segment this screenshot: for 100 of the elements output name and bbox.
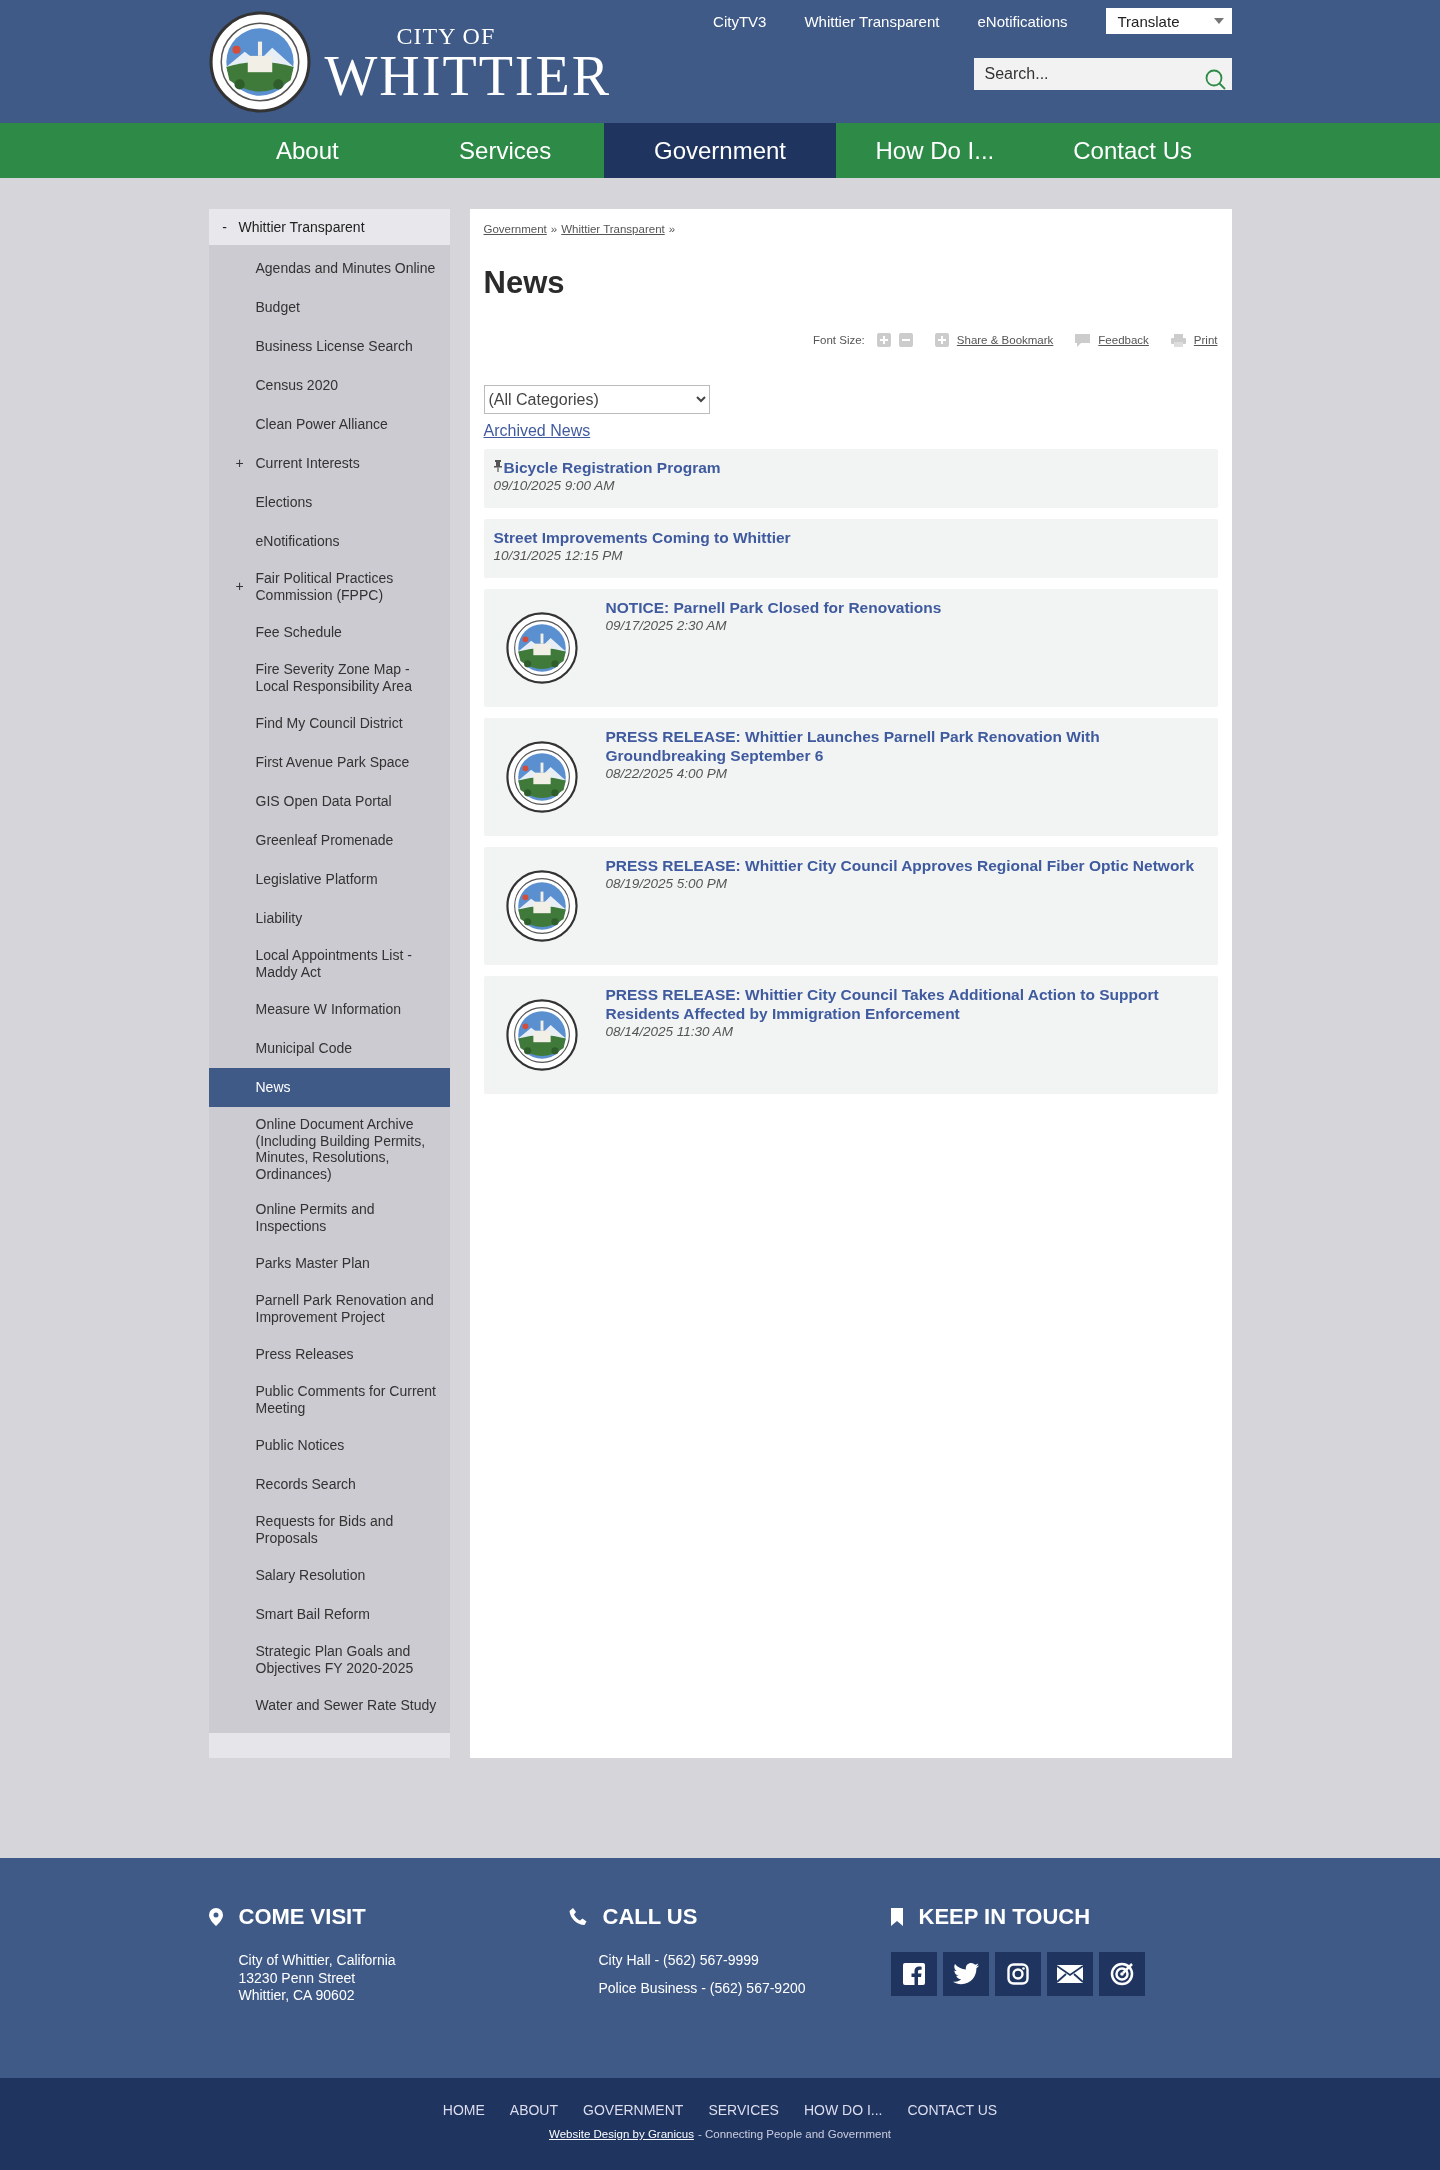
sidebar-item[interactable]: Local Appointments List - Maddy Act [208,938,450,990]
sidebar-item-label[interactable]: Clean Power Alliance [255,415,388,433]
sidebar-item-label[interactable]: GIS Open Data Portal [255,792,392,810]
sidebar-item-label[interactable]: Current Interests [255,454,360,472]
news-title-link[interactable]: Bicycle Registration Program [503,458,721,477]
sidebar-item[interactable]: Smart Bail Reform [208,1595,450,1634]
search-icon[interactable] [1203,68,1226,90]
credit-link[interactable]: Website Design by Granicus [549,2128,694,2140]
nav-tab[interactable]: Contact Us [1033,123,1232,178]
sidebar-item-label[interactable]: News [255,1078,291,1096]
sidebar-item-label[interactable]: Records Search [255,1475,356,1493]
breadcrumb-link[interactable]: Whittier Transparent [561,223,665,235]
bird-button[interactable] [942,1952,989,1996]
nav-tab[interactable]: Services [406,123,604,178]
sidebar-item[interactable]: Requests for Bids and Proposals [208,1504,450,1556]
sidebar-item[interactable]: Parnell Park Renovation and Improvement Project [208,1283,450,1335]
sidebar-item-label[interactable]: eNotifications [255,532,340,550]
translate-dropdown[interactable]: Translate [1105,8,1232,34]
footer-link[interactable]: HOW DO I... [803,2102,883,2118]
sidebar-item-label[interactable]: Fair Political Practices Commission (FPPC) [255,570,440,603]
sidebar-item[interactable]: Census 2020 [208,366,450,405]
breadcrumb-link[interactable]: Government [483,223,547,235]
sidebar-item-label[interactable]: First Avenue Park Space [255,753,410,771]
sidebar-item[interactable]: Measure W Information [208,990,450,1029]
sidebar-item-label[interactable]: Municipal Code [255,1039,352,1057]
sidebar-item[interactable]: Fire Severity Zone Map - Local Responsibility Area [208,652,450,704]
sidebar-item[interactable]: GIS Open Data Portal [208,782,450,821]
share-link[interactable]: Share & Bookmark [956,334,1054,346]
sidebar-item-label[interactable]: Public Comments for Current Meeting [255,1383,440,1416]
sidebar-item[interactable]: Press Releases [208,1335,450,1374]
news-title-link[interactable]: PRESS RELEASE: Whittier City Council Takes Additional Action to Support Residents Affected by Immigration Enforcement [605,985,1208,1023]
expand-toggle[interactable]: + [235,578,244,595]
news-title-link[interactable]: NOTICE: Parnell Park Closed for Renovations [605,598,942,617]
sidebar-item[interactable]: Elections [208,483,450,522]
sidebar-item[interactable]: + Current Interests [208,444,450,483]
sidebar-item[interactable]: Find My Council District [208,704,450,743]
sidebar-header[interactable]: - Whittier Transparent [208,209,450,245]
sidebar-item-label[interactable]: Agendas and Minutes Online [255,259,436,277]
logo-text[interactable]: CITY OF [396,23,612,48]
sidebar-item[interactable]: Strategic Plan Goals and Objectives FY 2020-2025 [208,1634,450,1686]
sidebar-item-label[interactable]: Legislative Platform [255,870,378,888]
sidebar-title[interactable]: Whittier Transparent [238,219,365,235]
sidebar-item[interactable]: First Avenue Park Space [208,743,450,782]
sidebar-item-label[interactable]: Smart Bail Reform [255,1605,370,1623]
footer-link[interactable]: SERVICES [708,2102,779,2118]
sidebar-item[interactable]: Water and Sewer Rate Study [208,1686,450,1725]
sidebar-item[interactable]: Public Comments for Current Meeting [208,1374,450,1426]
facebook-button[interactable] [890,1952,937,1996]
sidebar-item[interactable]: Business License Search [208,327,450,366]
feedback-link[interactable]: Feedback [1098,334,1149,346]
sidebar-item[interactable]: Greenleaf Promenade [208,821,450,860]
sidebar-item[interactable]: Municipal Code [208,1029,450,1068]
sidebar-item[interactable]: Salary Resolution [208,1556,450,1595]
category-select[interactable]: (All Categories) [483,385,710,414]
sidebar-item-label[interactable]: Water and Sewer Rate Study [255,1696,437,1714]
sidebar-item-label[interactable]: Strategic Plan Goals and Objectives FY 2020-2025 [255,1643,440,1676]
footer-link[interactable]: HOME [442,2102,485,2118]
sidebar-item-label[interactable]: Find My Council District [255,714,403,732]
footer-link[interactable]: ABOUT [509,2102,559,2118]
footer-link[interactable]: GOVERNMENT [583,2102,684,2118]
sidebar-item[interactable]: Legislative Platform [208,860,450,899]
sidebar-item[interactable]: Public Notices [208,1426,450,1465]
sidebar-item-label[interactable]: Requests for Bids and Proposals [255,1513,440,1546]
sidebar-item[interactable]: Online Permits and Inspections [208,1192,450,1244]
sidebar-item-label[interactable]: Parnell Park Renovation and Improvement Project [255,1292,440,1325]
header-link[interactable]: eNotifications [977,12,1068,30]
sidebar-item-label[interactable]: Liability [255,909,303,927]
news-title-link[interactable]: Street Improvements Coming to Whittier [493,528,791,547]
sidebar-item-label[interactable]: Salary Resolution [255,1566,366,1584]
sidebar-item[interactable]: eNotifications [208,522,450,561]
sidebar-item[interactable]: Agendas and Minutes Online [208,249,450,288]
sidebar-item[interactable]: Records Search [208,1465,450,1504]
sidebar-item-label[interactable]: Press Releases [255,1345,354,1363]
sidebar-item[interactable]: Budget [208,288,450,327]
email-button[interactable] [1046,1952,1093,1996]
instagram-button[interactable] [994,1952,1041,1996]
sidebar-item-label[interactable]: Measure W Information [255,1000,401,1018]
sidebar-item-label[interactable]: Elections [255,493,313,511]
nav-tab[interactable]: About [208,123,407,178]
sidebar-item-label[interactable]: Online Document Archive (Including Building Permits, Minutes, Resolutions, Ordinances) [255,1116,440,1182]
header-link[interactable]: CityTV3 [713,12,767,30]
nav-tab[interactable]: How Do I... [836,123,1034,178]
footer-link[interactable]: CONTACT US [907,2102,998,2118]
sidebar-item-label[interactable]: Parks Master Plan [255,1254,370,1272]
sidebar-item-label[interactable]: Public Notices [255,1436,345,1454]
nav-tab[interactable]: Government [604,123,836,178]
sidebar-item[interactable]: Clean Power Alliance [208,405,450,444]
sidebar-item[interactable]: News [208,1068,450,1107]
sidebar-item[interactable]: Online Document Archive (Including Building Permits, Minutes, Resolutions, Ordinances) [208,1107,450,1192]
sidebar-item[interactable]: Fee Schedule [208,613,450,652]
expand-toggle[interactable]: + [235,454,244,472]
print-link[interactable]: Print [1193,334,1218,346]
sidebar-item-label[interactable]: Fire Severity Zone Map - Local Responsibility Area [255,661,440,694]
search-field[interactable]: Search... [973,58,1232,90]
sidebar-item-label[interactable]: Greenleaf Promenade [255,831,394,849]
sidebar-item-label[interactable]: Census 2020 [255,376,338,394]
sidebar-item-label[interactable]: Local Appointments List - Maddy Act [255,947,440,980]
sidebar-item-label[interactable]: Business License Search [255,337,413,355]
collapse-toggle[interactable]: - [210,219,239,235]
sidebar-item-label[interactable]: Budget [255,298,300,316]
